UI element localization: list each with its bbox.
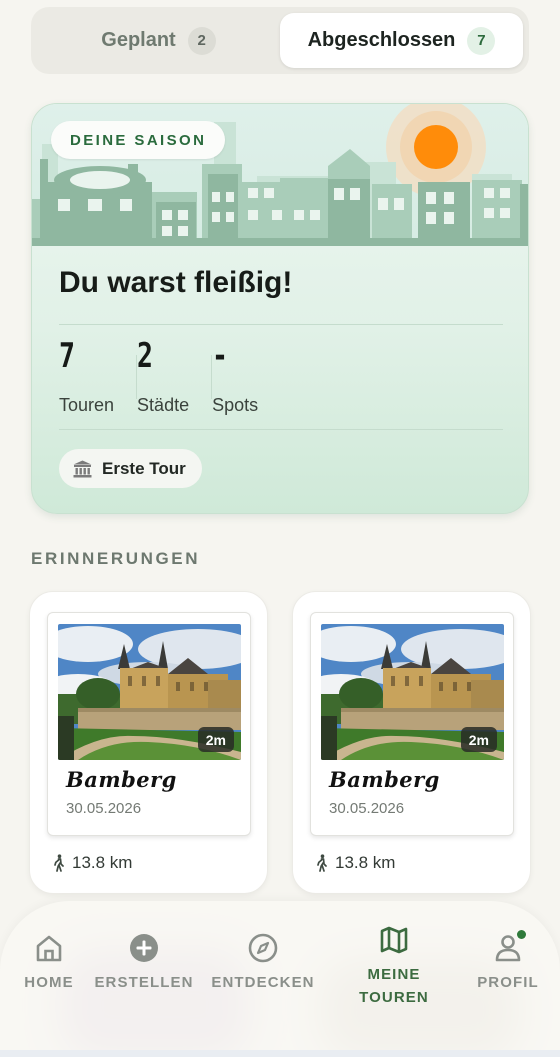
stat-label: Touren — [59, 395, 115, 415]
tour-status-tabs: Geplant 2 Abgeschlossen 7 — [31, 7, 529, 74]
bottom-navigation: HOME ERSTELLEN ENTDECKEN MEINE TOUREN PR… — [0, 901, 560, 1057]
season-stats: 7 Touren 2 Städte - Spots — [59, 339, 503, 419]
tab-count-badge: 2 — [187, 26, 216, 55]
stat-label: Städte — [137, 395, 190, 415]
nav-label: HOME — [24, 974, 74, 991]
memory-distance: 13.8 km — [52, 853, 132, 873]
duration-badge: 2m — [460, 727, 497, 752]
distance-value: 13.8 km — [72, 853, 133, 872]
divider — [59, 324, 503, 325]
memory-photo: 2m — [58, 624, 241, 760]
season-label-pill: DEINE SAISON — [51, 121, 226, 159]
nav-label: MEINE TOUREN — [359, 966, 429, 1006]
season-title: Du warst fleißig! — [59, 266, 293, 299]
duration-badge: 2m — [197, 727, 234, 752]
memory-date: 30.05.2026 — [66, 800, 142, 817]
season-summary-card: DEINE SAISON Du warst fleißig! 7 Touren … — [31, 103, 529, 514]
sun — [414, 125, 458, 169]
memory-card[interactable]: 2m Bamberg 30.05.2026 13.8 km — [292, 591, 531, 894]
walking-icon — [54, 854, 64, 872]
stat-value: 7 — [59, 336, 75, 376]
stat-label: Spots — [212, 395, 259, 415]
tab-label: Geplant — [101, 29, 176, 51]
profile-icon-wrap — [493, 930, 526, 963]
nav-label: PROFIL — [477, 974, 539, 991]
achievement-badge[interactable]: Erste Tour — [59, 449, 202, 488]
memory-city: Bamberg — [329, 767, 440, 792]
memory-polaroid: 2m Bamberg 30.05.2026 — [310, 612, 514, 836]
tab-label: Abgeschlossen — [307, 29, 456, 51]
nav-item-erstellen[interactable]: ERSTELLEN — [89, 933, 199, 994]
walking-icon — [317, 854, 327, 872]
memory-card[interactable]: 2m Bamberg 30.05.2026 13.8 km — [29, 591, 268, 894]
compass-icon — [248, 933, 278, 963]
tab-geplant[interactable]: Geplant 2 — [37, 13, 280, 68]
badge-label: Erste Tour — [102, 458, 186, 478]
nav-label: ENTDECKEN — [211, 974, 315, 991]
tab-abgeschlossen[interactable]: Abgeschlossen 7 — [280, 13, 523, 68]
plus-circle-icon — [130, 934, 158, 962]
museum-icon — [73, 460, 92, 477]
nav-item-entdecken[interactable]: ENTDECKEN — [208, 933, 318, 994]
memory-photo: 2m — [321, 624, 504, 760]
memory-polaroid: 2m Bamberg 30.05.2026 — [47, 612, 251, 836]
stat-value: 2 — [137, 336, 154, 376]
stat-tours: 7 Touren — [59, 339, 136, 419]
memory-distance: 13.8 km — [315, 853, 395, 873]
stat-spots: - Spots — [212, 339, 280, 419]
section-heading-memories: ERINNERUNGEN — [31, 549, 201, 568]
nav-item-meine-touren[interactable]: MEINE TOUREN — [339, 925, 449, 1009]
distance-value: 13.8 km — [335, 853, 396, 872]
home-icon — [36, 935, 62, 962]
stat-cities: 2 Städte — [137, 339, 211, 419]
nav-label: ERSTELLEN — [94, 974, 194, 991]
divider — [59, 429, 503, 430]
memory-city: Bamberg — [66, 767, 177, 792]
tab-count-badge: 7 — [467, 26, 496, 55]
memory-date: 30.05.2026 — [329, 800, 405, 817]
nav-item-profil[interactable]: PROFIL — [453, 930, 560, 994]
notification-dot — [517, 930, 526, 939]
stat-value: - — [212, 336, 229, 376]
home-indicator-bar — [0, 1050, 560, 1057]
map-icon — [380, 926, 408, 954]
